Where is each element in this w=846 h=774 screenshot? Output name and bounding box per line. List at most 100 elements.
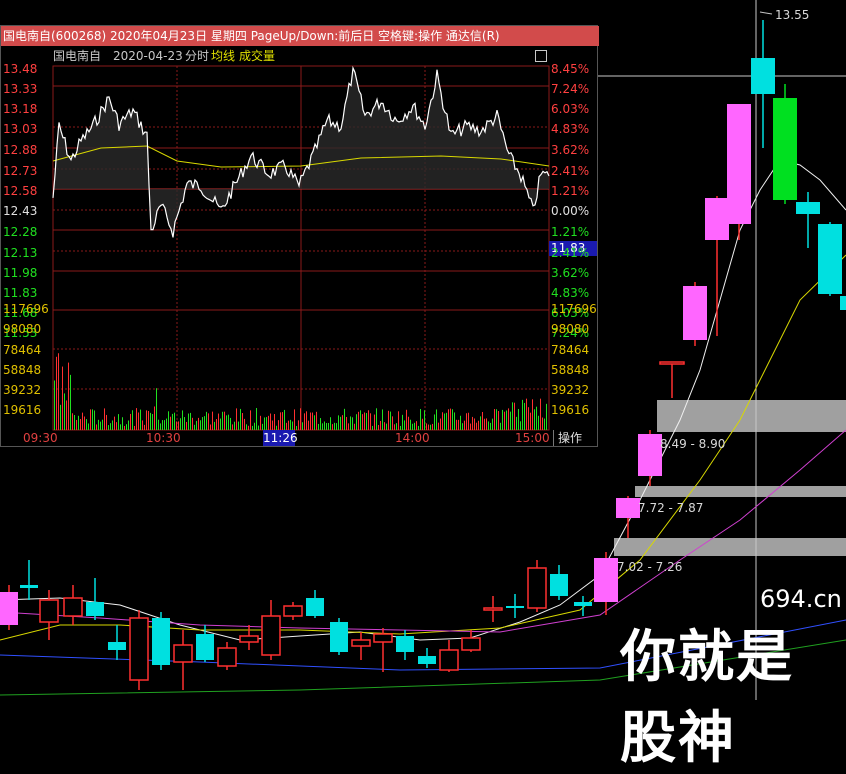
volume-bar [412,423,413,430]
volume-bar [450,408,451,430]
volume-bar [428,424,429,430]
candle-body [108,642,126,650]
candle-body [574,602,592,606]
volume-bar [346,416,347,430]
volume-bar [282,412,283,430]
volume-bar [332,424,333,430]
volume-bar [352,417,353,430]
candle-body [86,602,104,616]
candle-body [751,58,775,94]
volume-bar [408,416,409,430]
volume-axis-label: 39232 [3,383,42,397]
candle-body [818,224,842,294]
volume-bar [338,415,339,430]
watermark-text: 你就是股神 [620,625,794,771]
volume-bar [528,407,529,430]
price-axis-right-label: 2.41% [551,246,590,260]
candle-body [20,585,38,588]
volume-bar [80,418,81,430]
price-axis-left-label: 13.18 [3,102,38,116]
volume-bar [498,411,499,430]
candle-body [439,649,459,671]
volume-bar [190,412,191,430]
volume-bar [192,417,193,430]
volume-bar [264,417,265,430]
volume-bar [520,421,521,430]
volume-bar [54,380,55,430]
intraday-popup[interactable]: 国电南自(600268) 2020年04月23日 星期四 PageUp/Down… [0,25,599,447]
volume-bar [270,413,271,430]
volume-bar [122,417,123,430]
price-axis-right-label: 3.62% [551,266,590,280]
volume-bar [546,403,547,430]
volume-axis-label: 39232 [551,383,590,397]
volume-bar [360,410,361,430]
candle-body [129,617,149,681]
candle-body [152,618,170,665]
volume-bar [152,414,153,430]
volume-bar [448,409,449,430]
price-axis-right-label: 1.21% [551,225,590,239]
volume-bar [180,418,181,430]
volume-bar [254,422,255,430]
volume-bar [308,420,309,430]
price-axis-left-label: 11.83 [3,286,38,300]
volume-bar [476,422,477,430]
volume-bar [128,420,129,430]
volume-bar [436,409,437,430]
volume-bar [500,422,501,430]
candle-body [616,498,640,518]
price-axis-right-label: 0.00% [551,204,590,218]
candle-body [261,615,281,656]
volume-bar [154,406,155,430]
volume-bar [314,415,315,430]
volume-bar [378,424,379,430]
volume-bar [290,419,291,430]
volume-bar [94,410,95,430]
volume-bar [382,409,383,430]
volume-bar [146,410,147,430]
volume-bar [184,417,185,430]
volume-bar [514,402,515,430]
intraday-chart[interactable] [1,26,597,446]
volume-bar [396,423,397,430]
volume-bar [458,419,459,430]
price-axis-left-label: 12.13 [3,246,38,260]
candle-body [840,296,846,310]
price-axis-left-label: 12.58 [3,184,38,198]
volume-bar [230,417,231,430]
volume-bar [522,399,523,430]
volume-bar [484,418,485,430]
volume-bar [390,411,391,430]
price-axis-left-label: 13.03 [3,122,38,136]
volume-bar [486,418,487,430]
volume-bar [526,398,527,430]
candle-body [461,637,481,651]
volume-bar [220,418,221,430]
volume-bar [218,413,219,430]
volume-bar [310,412,311,430]
price-axis-right-label: 1.21% [551,184,590,198]
volume-bar [372,425,373,430]
volume-bar [158,419,159,430]
volume-bar [494,409,495,430]
volume-bar [134,425,135,430]
volume-bar [68,362,69,430]
volume-bar [196,420,197,430]
volume-bar [374,414,375,430]
volume-bar [366,413,367,430]
operate-button[interactable]: 操作 [553,430,598,446]
zone-label-1: 8.49 - 8.90 [660,437,726,451]
volume-bar [518,408,519,430]
volume-bar [114,416,115,430]
volume-bar [292,421,293,430]
volume-bar [504,411,505,430]
volume-bar [202,417,203,430]
volume-bar [416,421,417,430]
volume-bar [404,420,405,430]
price-axis-left-label: 12.88 [3,143,38,157]
candle-body [727,104,751,224]
volume-bar [454,412,455,430]
volume-bar [538,415,539,430]
volume-bar [340,416,341,430]
